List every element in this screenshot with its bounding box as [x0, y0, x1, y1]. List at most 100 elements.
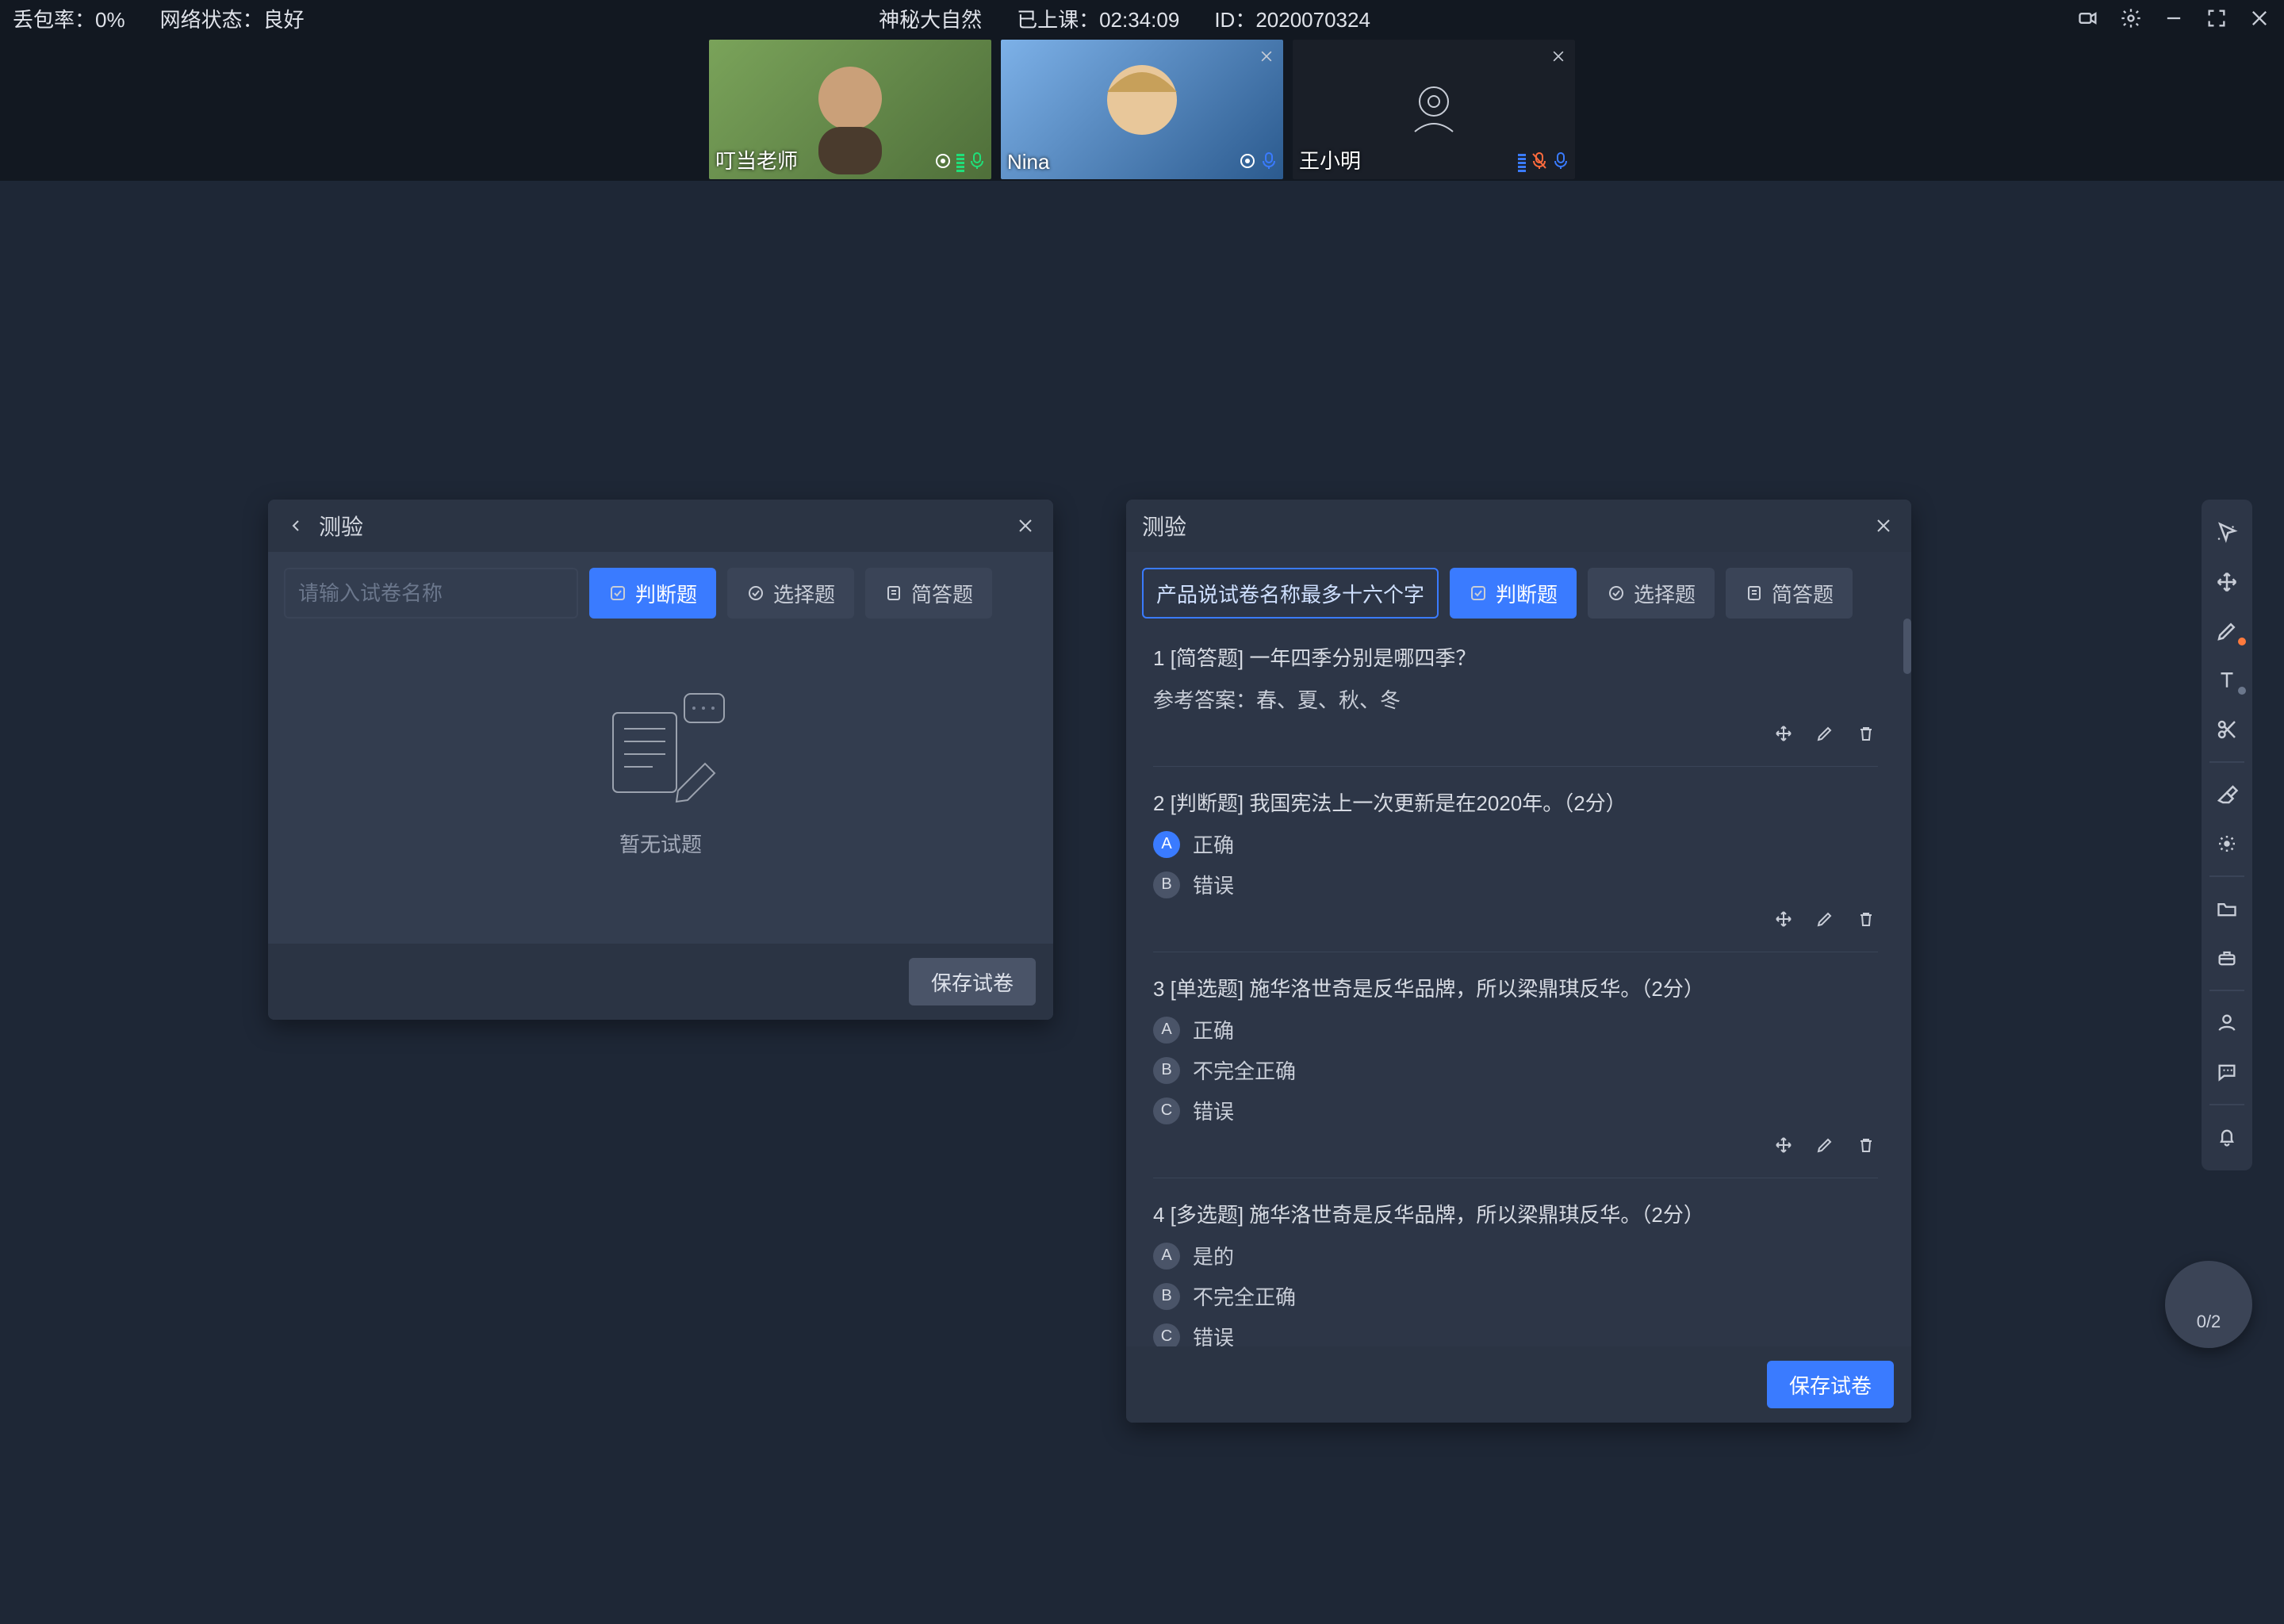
raise-hand-fab[interactable]: 0/2	[2165, 1261, 2252, 1348]
move-icon[interactable]	[1772, 722, 1795, 745]
back-icon[interactable]	[284, 514, 308, 538]
move-tool-icon[interactable]	[2202, 560, 2252, 604]
option-text: 错误	[1193, 870, 1234, 899]
quiz-title-input[interactable]: 产品说试卷名称最多十六个字	[1142, 568, 1439, 619]
option-badge: A	[1153, 831, 1180, 858]
status-bar: 丢包率：0% 网络状态：良好 神秘大自然 已上课：02:34:09 ID：202…	[0, 0, 2284, 36]
quiz-panel-empty: 测验 判断题 选择题 简答题 暂无试题 保存试卷	[268, 500, 1053, 1020]
panel-header: 测验	[268, 500, 1053, 552]
delete-icon[interactable]	[1854, 722, 1878, 745]
delete-icon[interactable]	[1854, 907, 1878, 931]
question-option[interactable]: A是的	[1153, 1241, 1878, 1270]
text-tool-icon[interactable]	[2202, 658, 2252, 703]
empty-state: 暂无试题	[268, 634, 1053, 912]
save-quiz-button[interactable]: 保存试卷	[909, 958, 1036, 1005]
panel-header: 测验	[1126, 500, 1911, 552]
tile-close-icon[interactable]	[1546, 44, 1570, 68]
tool-toolbar	[2202, 500, 2252, 1170]
question-option[interactable]: B 错误	[1153, 870, 1878, 899]
question-option[interactable]: B 不完全正确	[1153, 1281, 1878, 1311]
scissors-tool-icon[interactable]	[2202, 707, 2252, 752]
toolbox-tool-icon[interactable]	[2202, 936, 2252, 980]
elapsed-time: 已上课：02:34:09	[1017, 4, 1179, 33]
question-title: 4 [多选题] 施华洛世奇是反华品牌，所以梁鼎琪反华。（2分）	[1153, 1199, 1878, 1228]
add-choice-button[interactable]: 选择题	[1588, 568, 1715, 619]
option-badge: B	[1153, 1283, 1180, 1310]
question-answer: 参考答案：春、夏、秋、冬	[1153, 684, 1878, 714]
option-text: 不完全正确	[1193, 1055, 1296, 1085]
question-item: 2 [判断题] 我国宪法上一次更新是在2020年。（2分）A正确B错误	[1153, 767, 1878, 952]
video-tile-row: 叮当老师 Nina 王小明	[0, 36, 2284, 181]
option-badge: C	[1153, 1097, 1180, 1124]
settings-icon[interactable]	[2119, 6, 2143, 30]
option-text: 不完全正确	[1193, 1281, 1296, 1311]
save-quiz-button[interactable]: 保存试卷	[1767, 1361, 1894, 1408]
option-badge: B	[1153, 1057, 1180, 1084]
option-text: 错误	[1193, 1096, 1234, 1125]
laser-tool-icon[interactable]	[2202, 822, 2252, 866]
option-text: 正确	[1193, 829, 1234, 859]
mic-icon	[1553, 151, 1569, 174]
add-shortanswer-button[interactable]: 简答题	[865, 568, 992, 619]
pen-tool-icon[interactable]	[2202, 609, 2252, 653]
mic-icon	[1261, 151, 1277, 174]
video-tile-student[interactable]: Nina	[1001, 40, 1283, 179]
participant-name: 王小明	[1299, 145, 1361, 174]
close-icon[interactable]	[1872, 514, 1895, 538]
question-option[interactable]: A 正确	[1153, 829, 1878, 859]
edit-icon[interactable]	[1813, 722, 1837, 745]
bell-tool-icon[interactable]	[2202, 1115, 2252, 1159]
user-tool-icon[interactable]	[2202, 1001, 2252, 1045]
panel-title: 测验	[1142, 510, 1186, 542]
option-badge: A	[1153, 1017, 1180, 1044]
edit-icon[interactable]	[1813, 907, 1837, 931]
video-tile-camera-off[interactable]: 王小明	[1293, 40, 1575, 179]
move-icon[interactable]	[1772, 907, 1795, 931]
folder-tool-icon[interactable]	[2202, 887, 2252, 931]
record-icon	[934, 152, 952, 174]
minimize-icon[interactable]	[2162, 6, 2186, 30]
mic-icon	[969, 151, 985, 174]
add-shortanswer-button[interactable]: 简答题	[1726, 568, 1853, 619]
question-option[interactable]: B 不完全正确	[1153, 1055, 1878, 1085]
raise-hand-count: 0/2	[2197, 1312, 2221, 1332]
mic-muted-icon	[1531, 151, 1548, 174]
eraser-tool-icon[interactable]	[2202, 772, 2252, 817]
session-id: ID：2020070324	[1214, 4, 1370, 33]
question-title: 1 [简答题] 一年四季分别是哪四季？	[1153, 642, 1878, 672]
question-option[interactable]: C 错误	[1153, 1096, 1878, 1125]
volume-bars-icon	[956, 154, 964, 172]
quiz-title-input[interactable]	[284, 568, 578, 619]
question-item: 1 [简答题] 一年四季分别是哪四季？ 参考答案：春、夏、秋、冬	[1153, 622, 1878, 767]
question-option[interactable]: A 正确	[1153, 1015, 1878, 1044]
quiz-panel-editor: 测验 产品说试卷名称最多十六个字 判断题 选择题 简答题 1 [简答题] 一年四…	[1126, 500, 1911, 1423]
question-item: 4 [多选题] 施华洛世奇是反华品牌，所以梁鼎琪反华。（2分） A是的 B 不完全正确…	[1153, 1178, 1878, 1358]
camera-toggle-icon[interactable]	[2076, 6, 2100, 30]
question-item: 3 [单选题] 施华洛世奇是反华品牌，所以梁鼎琪反华。（2分）A正确B不完全正确…	[1153, 952, 1878, 1178]
network-status: 网络状态：良好	[160, 4, 305, 33]
packet-loss: 丢包率：0%	[13, 4, 125, 33]
participant-name: 叮当老师	[715, 145, 798, 174]
empty-text: 暂无试题	[619, 829, 702, 858]
edit-icon[interactable]	[1813, 1133, 1837, 1157]
question-tools	[1153, 1133, 1878, 1157]
question-tools	[1153, 722, 1878, 745]
maximize-icon[interactable]	[2205, 6, 2228, 30]
add-judge-button[interactable]: 判断题	[589, 568, 716, 619]
question-list: 1 [简答题] 一年四季分别是哪四季？参考答案：春、夏、秋、冬 2 [判断题] …	[1126, 622, 1907, 1358]
pointer-tool-icon[interactable]	[2202, 511, 2252, 555]
record-icon	[1239, 152, 1256, 174]
close-icon[interactable]	[2248, 6, 2271, 30]
close-icon[interactable]	[1014, 514, 1037, 538]
tile-close-icon[interactable]	[1255, 44, 1278, 68]
volume-bars-icon	[1518, 154, 1526, 172]
option-text: 正确	[1193, 1015, 1234, 1044]
add-judge-button[interactable]: 判断题	[1450, 568, 1577, 619]
option-badge: B	[1153, 871, 1180, 898]
video-tile-teacher[interactable]: 叮当老师	[709, 40, 991, 179]
move-icon[interactable]	[1772, 1133, 1795, 1157]
delete-icon[interactable]	[1854, 1133, 1878, 1157]
add-choice-button[interactable]: 选择题	[727, 568, 854, 619]
chat-tool-icon[interactable]	[2202, 1050, 2252, 1094]
question-tools	[1153, 907, 1878, 931]
